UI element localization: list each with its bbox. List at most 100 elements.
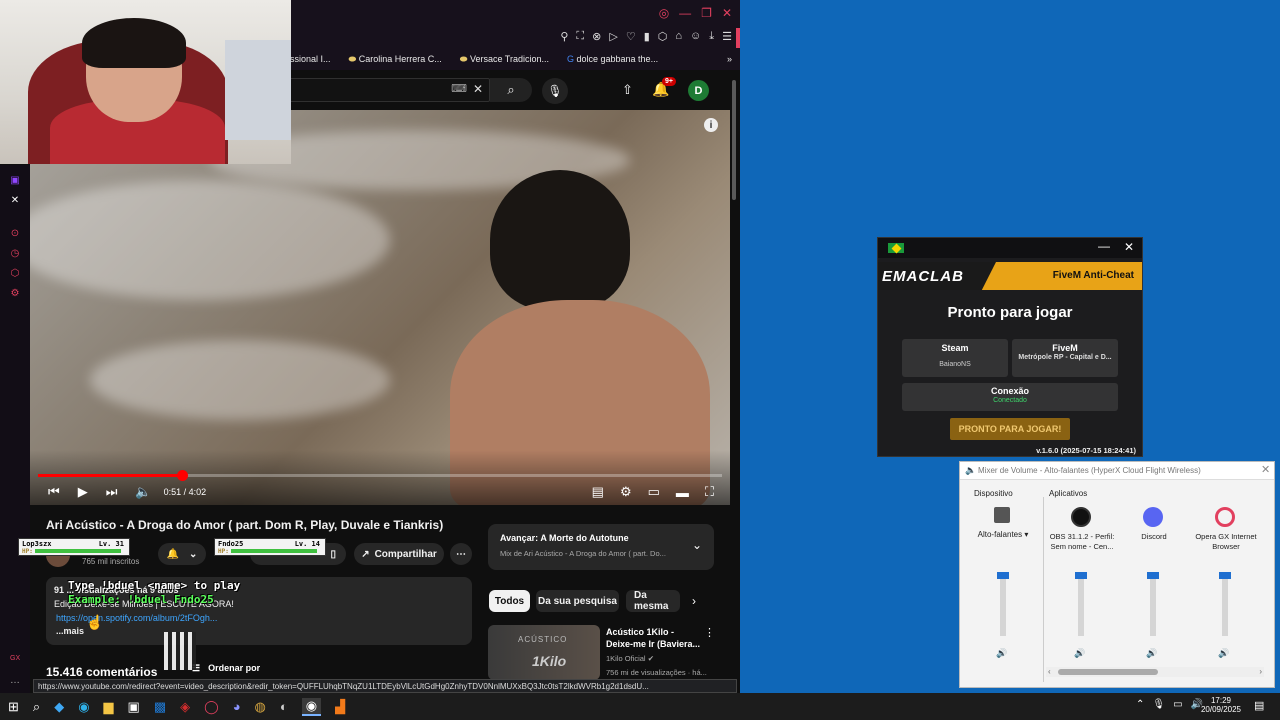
slider-thumb[interactable] [1219, 572, 1231, 579]
slider-thumb[interactable] [1075, 572, 1087, 579]
scrollbar[interactable] [732, 80, 736, 200]
video-player[interactable]: i ⏮ ▶ ⏭ 🔈 0:51 / 4:02 ▤ ⚙ ▭ ▬ ⛶ [30, 110, 730, 505]
discord-volume-slider[interactable] [1147, 572, 1159, 636]
opera-gx-icon[interactable]: ◎ [659, 6, 669, 20]
opera-gx-icon[interactable]: ◯ [204, 699, 219, 715]
close-icon[interactable]: ✕ [1124, 240, 1134, 254]
bookmark-item[interactable]: ssional I... [290, 54, 331, 64]
clock[interactable]: 17:29 20/09/2025 [1200, 696, 1242, 714]
miniplayer-icon[interactable]: ▭ [648, 484, 660, 500]
edge-icon[interactable]: ◉ [78, 699, 89, 715]
app-icon[interactable]: ◍ [255, 699, 266, 715]
snapshot-icon[interactable]: ⛶ [576, 30, 584, 43]
bookmark-item[interactable]: G dolce gabbana the... [567, 54, 658, 64]
recommended-thumbnail[interactable]: ACÚSTICO 1Kilo [488, 625, 600, 680]
mute-toggle-icon[interactable]: 🔊 [1218, 648, 1229, 659]
dislike-icon[interactable]: ▯ [330, 549, 336, 560]
close-icon[interactable]: ✕ [1261, 463, 1270, 476]
device-volume-slider[interactable] [997, 572, 1009, 636]
sidebar-gx-icon[interactable]: GX [10, 655, 20, 662]
scroll-thumb[interactable] [1058, 669, 1158, 675]
tray-chevron-icon[interactable]: ⌃ [1136, 699, 1144, 710]
x-twitter-icon[interactable]: ✕ [11, 195, 19, 206]
device-dropdown[interactable]: Alto-falantes ▾ [968, 530, 1038, 539]
play-icon[interactable]: ▷ [609, 30, 617, 43]
description-link[interactable]: https://open.spotify.com/album/2tFOgh... [56, 613, 217, 623]
obs-volume-slider[interactable] [1075, 572, 1087, 636]
app-icon[interactable]: ▟ [335, 699, 345, 715]
copilot-icon[interactable]: ◆ [54, 699, 64, 715]
upload-icon[interactable]: ⇧ [622, 82, 633, 98]
recommended-more-icon[interactable]: ⋮ [704, 626, 715, 639]
store-icon[interactable]: ▣ [128, 699, 140, 715]
volume-icon[interactable]: 🔈 [135, 484, 151, 500]
mute-toggle-icon[interactable]: 🔊 [1146, 648, 1157, 659]
history-icon[interactable]: ◷ [11, 248, 20, 259]
discord-icon[interactable]: ◕ [233, 699, 241, 714]
voice-search-button[interactable]: 🎙 [542, 78, 568, 104]
share-button[interactable]: ↗ Compartilhar [354, 543, 444, 565]
app-icon[interactable]: ◐ [280, 699, 288, 714]
bookmarks-more-icon[interactable]: » [727, 54, 732, 64]
menu-icon[interactable]: ☰ [722, 30, 732, 43]
recommended-title[interactable]: Acústico 1Kilo - Deixe-me Ir (Baviera... [606, 626, 702, 650]
block-icon[interactable]: ⊗ [592, 30, 601, 43]
play-icon[interactable]: ▶ [78, 484, 88, 500]
chip-same[interactable]: Da mesma [626, 590, 680, 612]
search-icon[interactable]: ⌕ [33, 699, 40, 715]
scroll-right-icon[interactable]: › [1259, 667, 1262, 676]
mute-toggle-icon[interactable]: 🔊 [996, 648, 1007, 659]
next-icon[interactable]: ⏭ [106, 484, 118, 500]
sidebar-more-icon[interactable]: … [10, 675, 20, 686]
slider-thumb[interactable] [1147, 572, 1159, 579]
fullscreen-icon[interactable]: ⛶ [705, 484, 714, 500]
subscription-bell-button[interactable]: 🔔 ⌄ [158, 543, 206, 565]
opera-volume-slider[interactable] [1219, 572, 1231, 636]
minimize-icon[interactable]: — [679, 6, 691, 20]
description-more[interactable]: ...mais [56, 626, 84, 636]
minimize-icon[interactable]: — [1098, 239, 1110, 253]
settings-icon[interactable]: ⚙ [11, 288, 20, 299]
outlook-icon[interactable]: ▩ [154, 699, 166, 715]
pin-icon[interactable]: ⚲ [560, 30, 568, 43]
chip-from-search[interactable]: Da sua pesquisa [536, 590, 619, 612]
mute-toggle-icon[interactable]: 🔊 [1074, 648, 1085, 659]
bookmark-item[interactable]: ⬬ Versace Tradicion... [460, 54, 549, 65]
mixer-scrollbar[interactable]: ‹ › [1046, 667, 1264, 677]
profile-icon[interactable]: ☺ [690, 30, 701, 43]
progress-bar[interactable] [38, 470, 722, 481]
info-icon[interactable]: i [704, 118, 718, 132]
twitch-icon[interactable]: ▣ [10, 175, 19, 186]
notifications-button[interactable]: 🔔 9+ [652, 77, 676, 98]
cube-icon[interactable]: ⬡ [11, 268, 20, 279]
avatar[interactable]: D [688, 80, 709, 101]
wallet-icon[interactable]: ⌂ [675, 30, 682, 43]
theater-icon[interactable]: ▬ [676, 485, 689, 500]
maximize-icon[interactable]: ❐ [701, 6, 712, 20]
more-actions-button[interactable]: ⋯ [450, 543, 472, 565]
file-explorer-icon[interactable]: ▆ [104, 699, 114, 715]
chip-all[interactable]: Todos [489, 590, 530, 612]
progress-scrubber[interactable] [176, 470, 188, 481]
bookmark-item[interactable]: ⬬ Carolina Herrera C... [349, 54, 442, 65]
app-icon[interactable]: ◈ [180, 699, 190, 715]
subtitles-icon[interactable]: ▤ [592, 484, 604, 500]
download-icon[interactable]: ⤓ [709, 30, 714, 43]
start-icon[interactable]: ⊞ [8, 699, 19, 715]
keyboard-icon[interactable]: ⌨ [451, 82, 467, 95]
heart-icon[interactable]: ♡ [626, 30, 636, 43]
microphone-icon[interactable]: 🎙 [1152, 699, 1165, 710]
search-input[interactable]: ⌨ ✕ [290, 78, 490, 102]
scroll-left-icon[interactable]: ‹ [1048, 667, 1051, 676]
battery-icon[interactable]: ▮ [644, 30, 650, 43]
sort-button[interactable]: ☰ Ordenar por [192, 663, 260, 674]
expand-chevron-icon[interactable]: ⌄ [692, 538, 702, 552]
network-icon[interactable]: ▭ [1173, 699, 1182, 710]
obs-icon[interactable]: ◉ [301, 697, 322, 716]
close-icon[interactable]: ✕ [722, 6, 732, 20]
player-icon[interactable]: ⊙ [11, 228, 19, 239]
slider-thumb[interactable] [997, 572, 1009, 579]
settings-gear-icon[interactable]: ⚙ [620, 484, 632, 500]
up-next-panel[interactable]: Avançar: A Morte do Autotune Mix de Ari … [488, 524, 714, 570]
notifications-icon[interactable]: ▤ [1254, 699, 1264, 712]
